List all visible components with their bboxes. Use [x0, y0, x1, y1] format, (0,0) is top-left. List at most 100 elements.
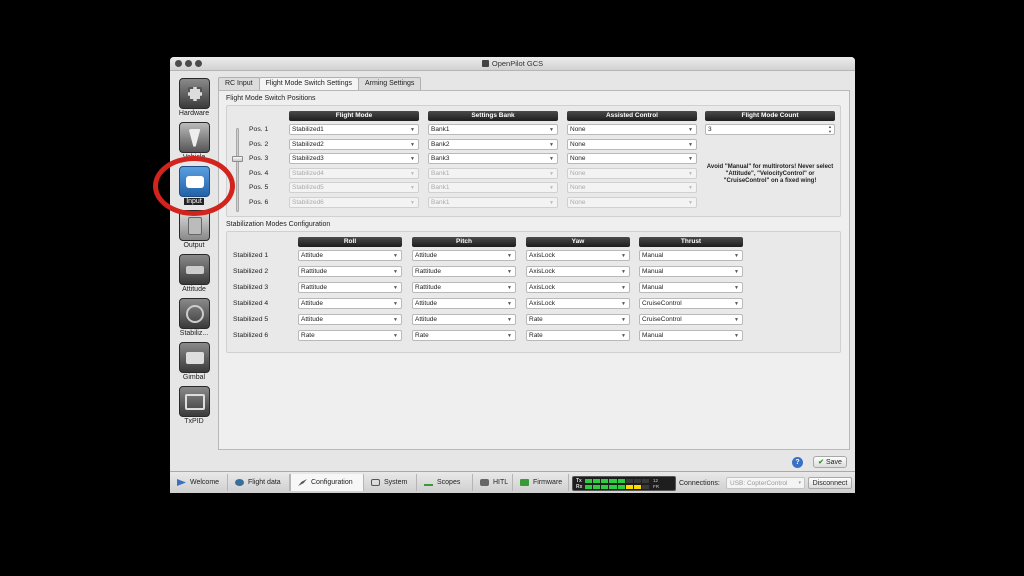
sidebar-item-txpid[interactable]: TxPID — [170, 384, 218, 428]
thrust-mode-select[interactable]: CruiseControl ▼ — [639, 314, 743, 325]
header-thrust: Thrust — [639, 237, 743, 247]
chevron-down-icon: ▼ — [507, 285, 512, 291]
save-button[interactable]: ✔ Save — [813, 456, 847, 468]
pitch-mode-select[interactable]: Attitude ▼ — [412, 314, 516, 325]
chevron-down-icon: ▼ — [410, 156, 415, 163]
settings-bank-select[interactable]: Bank2 ▼ — [428, 138, 558, 150]
settings-bank-select[interactable]: Bank3 ▼ — [428, 153, 558, 165]
sidebar-item-attitude[interactable]: Attitude — [170, 252, 218, 296]
spin-arrows-icon[interactable]: ▲ ▼ — [828, 124, 832, 134]
yaw-mode-select[interactable]: AxisLock ▼ — [526, 298, 630, 309]
config-sidebar: Hardware Vehicle Input Output Attitude S… — [170, 71, 218, 471]
chevron-down-icon: ▼ — [507, 253, 512, 259]
mode-tab-firmware[interactable]: Firmware — [513, 474, 569, 491]
yaw-mode-select[interactable]: AxisLock ▼ — [526, 250, 630, 261]
chevron-down-icon: ▼ — [621, 253, 626, 259]
flight-mode-count-spinbox[interactable]: 3 ▲ ▼ — [705, 124, 835, 135]
roll-mode-select[interactable]: Attitude ▼ — [298, 250, 402, 261]
connection-select[interactable]: USB: CopterControl ▾ — [726, 477, 805, 489]
roll-mode-select[interactable]: Attitude ▼ — [298, 298, 402, 309]
chevron-down-icon: ▼ — [549, 200, 554, 206]
roll-mode-select[interactable]: Rattitude ▼ — [298, 266, 402, 277]
openpilot-app-icon — [481, 60, 489, 67]
flight-mode-select[interactable]: Stabilized2 ▼ — [289, 138, 419, 150]
flight-mode-select[interactable]: Stabilized1 ▼ — [289, 124, 419, 135]
chevron-down-icon: ▼ — [410, 170, 415, 177]
assisted-control-select: None ▼ — [567, 182, 697, 194]
mode-tab-system[interactable]: System — [364, 474, 417, 491]
assisted-control-select[interactable]: None ▼ — [567, 138, 697, 150]
stabilized-row-label: Stabilized 1 — [233, 252, 269, 259]
header-settings-bank: Settings Bank — [428, 111, 558, 121]
disconnect-button[interactable]: Disconnect — [808, 477, 852, 489]
welcome-icon — [177, 479, 186, 486]
thrust-mode-select[interactable]: Manual ▼ — [639, 250, 743, 261]
roll-mode-select[interactable]: Attitude ▼ — [298, 314, 402, 325]
chevron-down-icon: ▼ — [688, 200, 693, 206]
stabilized-row-label: Stabilized 2 — [233, 268, 269, 275]
scopes-icon — [424, 479, 433, 486]
yaw-mode-select[interactable]: Rate ▼ — [526, 330, 630, 341]
yaw-mode-select[interactable]: Rate ▼ — [526, 314, 630, 325]
mode-tab-configuration[interactable]: Configuration — [290, 474, 364, 491]
mode-tab-hitl[interactable]: HITL — [473, 474, 513, 491]
pitch-mode-select[interactable]: Rattitude ▼ — [412, 282, 516, 293]
pitch-mode-select[interactable]: Rattitude ▼ — [412, 266, 516, 277]
yaw-mode-select[interactable]: AxisLock ▼ — [526, 266, 630, 277]
tab-flight-mode-switch-settings[interactable]: Flight Mode Switch Settings — [258, 77, 359, 90]
roll-mode-select[interactable]: Rate ▼ — [298, 330, 402, 341]
chevron-down-icon: ▼ — [507, 301, 512, 307]
chevron-down-icon: ▼ — [734, 317, 739, 323]
position-label: Pos. 5 — [249, 184, 269, 192]
pitch-mode-select[interactable]: Attitude ▼ — [412, 298, 516, 309]
position-slider-handle[interactable] — [232, 156, 243, 162]
tx-bar — [585, 479, 649, 483]
thrust-mode-select[interactable]: Manual ▼ — [639, 330, 743, 341]
stabilized-row-label: Stabilized 3 — [233, 284, 269, 291]
attitude-icon — [179, 254, 210, 285]
mode-tab-welcome[interactable]: Welcome — [170, 474, 228, 491]
assisted-control-select[interactable]: None ▼ — [567, 124, 697, 135]
mode-tab-flight-data[interactable]: Flight data — [228, 474, 290, 491]
settings-bank-select: Bank1 ▼ — [428, 182, 558, 194]
assisted-control-select: None ▼ — [567, 197, 697, 208]
sidebar-item-gimbal[interactable]: Gimbal — [170, 340, 218, 384]
sidebar-item-hardware[interactable]: Hardware — [170, 76, 218, 120]
thrust-mode-select[interactable]: Manual ▼ — [639, 266, 743, 277]
chevron-down-icon: ▼ — [549, 185, 554, 192]
thrust-mode-select[interactable]: CruiseControl ▼ — [639, 298, 743, 309]
header-pitch: Pitch — [412, 237, 516, 247]
tab-arming-settings[interactable]: Arming Settings — [358, 77, 422, 90]
assisted-control-select[interactable]: None ▼ — [567, 153, 697, 165]
rx-bar — [585, 485, 649, 489]
yaw-mode-select[interactable]: AxisLock ▼ — [526, 282, 630, 293]
chevron-down-icon: ▼ — [393, 285, 398, 291]
tab-rc-input[interactable]: RC Input — [218, 77, 260, 90]
thrust-mode-select[interactable]: Manual ▼ — [639, 282, 743, 293]
chevron-down-icon: ▼ — [507, 269, 512, 275]
help-button[interactable]: ? — [792, 457, 803, 468]
position-label: Pos. 6 — [249, 199, 269, 206]
flight-mode-section-title: Flight Mode Switch Positions — [226, 95, 316, 102]
input-tabs: RC Input Flight Mode Switch Settings Arm… — [218, 77, 422, 90]
position-slider-track[interactable] — [236, 128, 239, 212]
pitch-mode-select[interactable]: Attitude ▼ — [412, 250, 516, 261]
flight-mode-select[interactable]: Stabilized3 ▼ — [289, 153, 419, 165]
chevron-down-icon: ▼ — [621, 285, 626, 291]
chevron-down-icon: ▼ — [507, 317, 512, 323]
chevron-down-icon: ▼ — [393, 269, 398, 275]
roll-mode-select[interactable]: Rattitude ▼ — [298, 282, 402, 293]
chevron-down-icon: ▼ — [688, 170, 693, 177]
settings-bank-select[interactable]: Bank1 ▼ — [428, 124, 558, 135]
chevron-down-icon: ▼ — [734, 301, 739, 307]
position-label: Pos. 2 — [249, 140, 269, 148]
configuration-icon — [298, 479, 307, 486]
mode-tab-scopes[interactable]: Scopes — [417, 474, 473, 491]
window-title: OpenPilot GCS — [170, 59, 855, 68]
chevron-down-icon: ▼ — [734, 333, 739, 339]
assisted-control-select: None ▼ — [567, 167, 697, 179]
sidebar-label: TxPID — [184, 418, 204, 425]
sidebar-item-stabilization[interactable]: Stabiliz... — [170, 296, 218, 340]
pitch-mode-select[interactable]: Rate ▼ — [412, 330, 516, 341]
stabilized-row-label: Stabilized 4 — [233, 300, 269, 307]
